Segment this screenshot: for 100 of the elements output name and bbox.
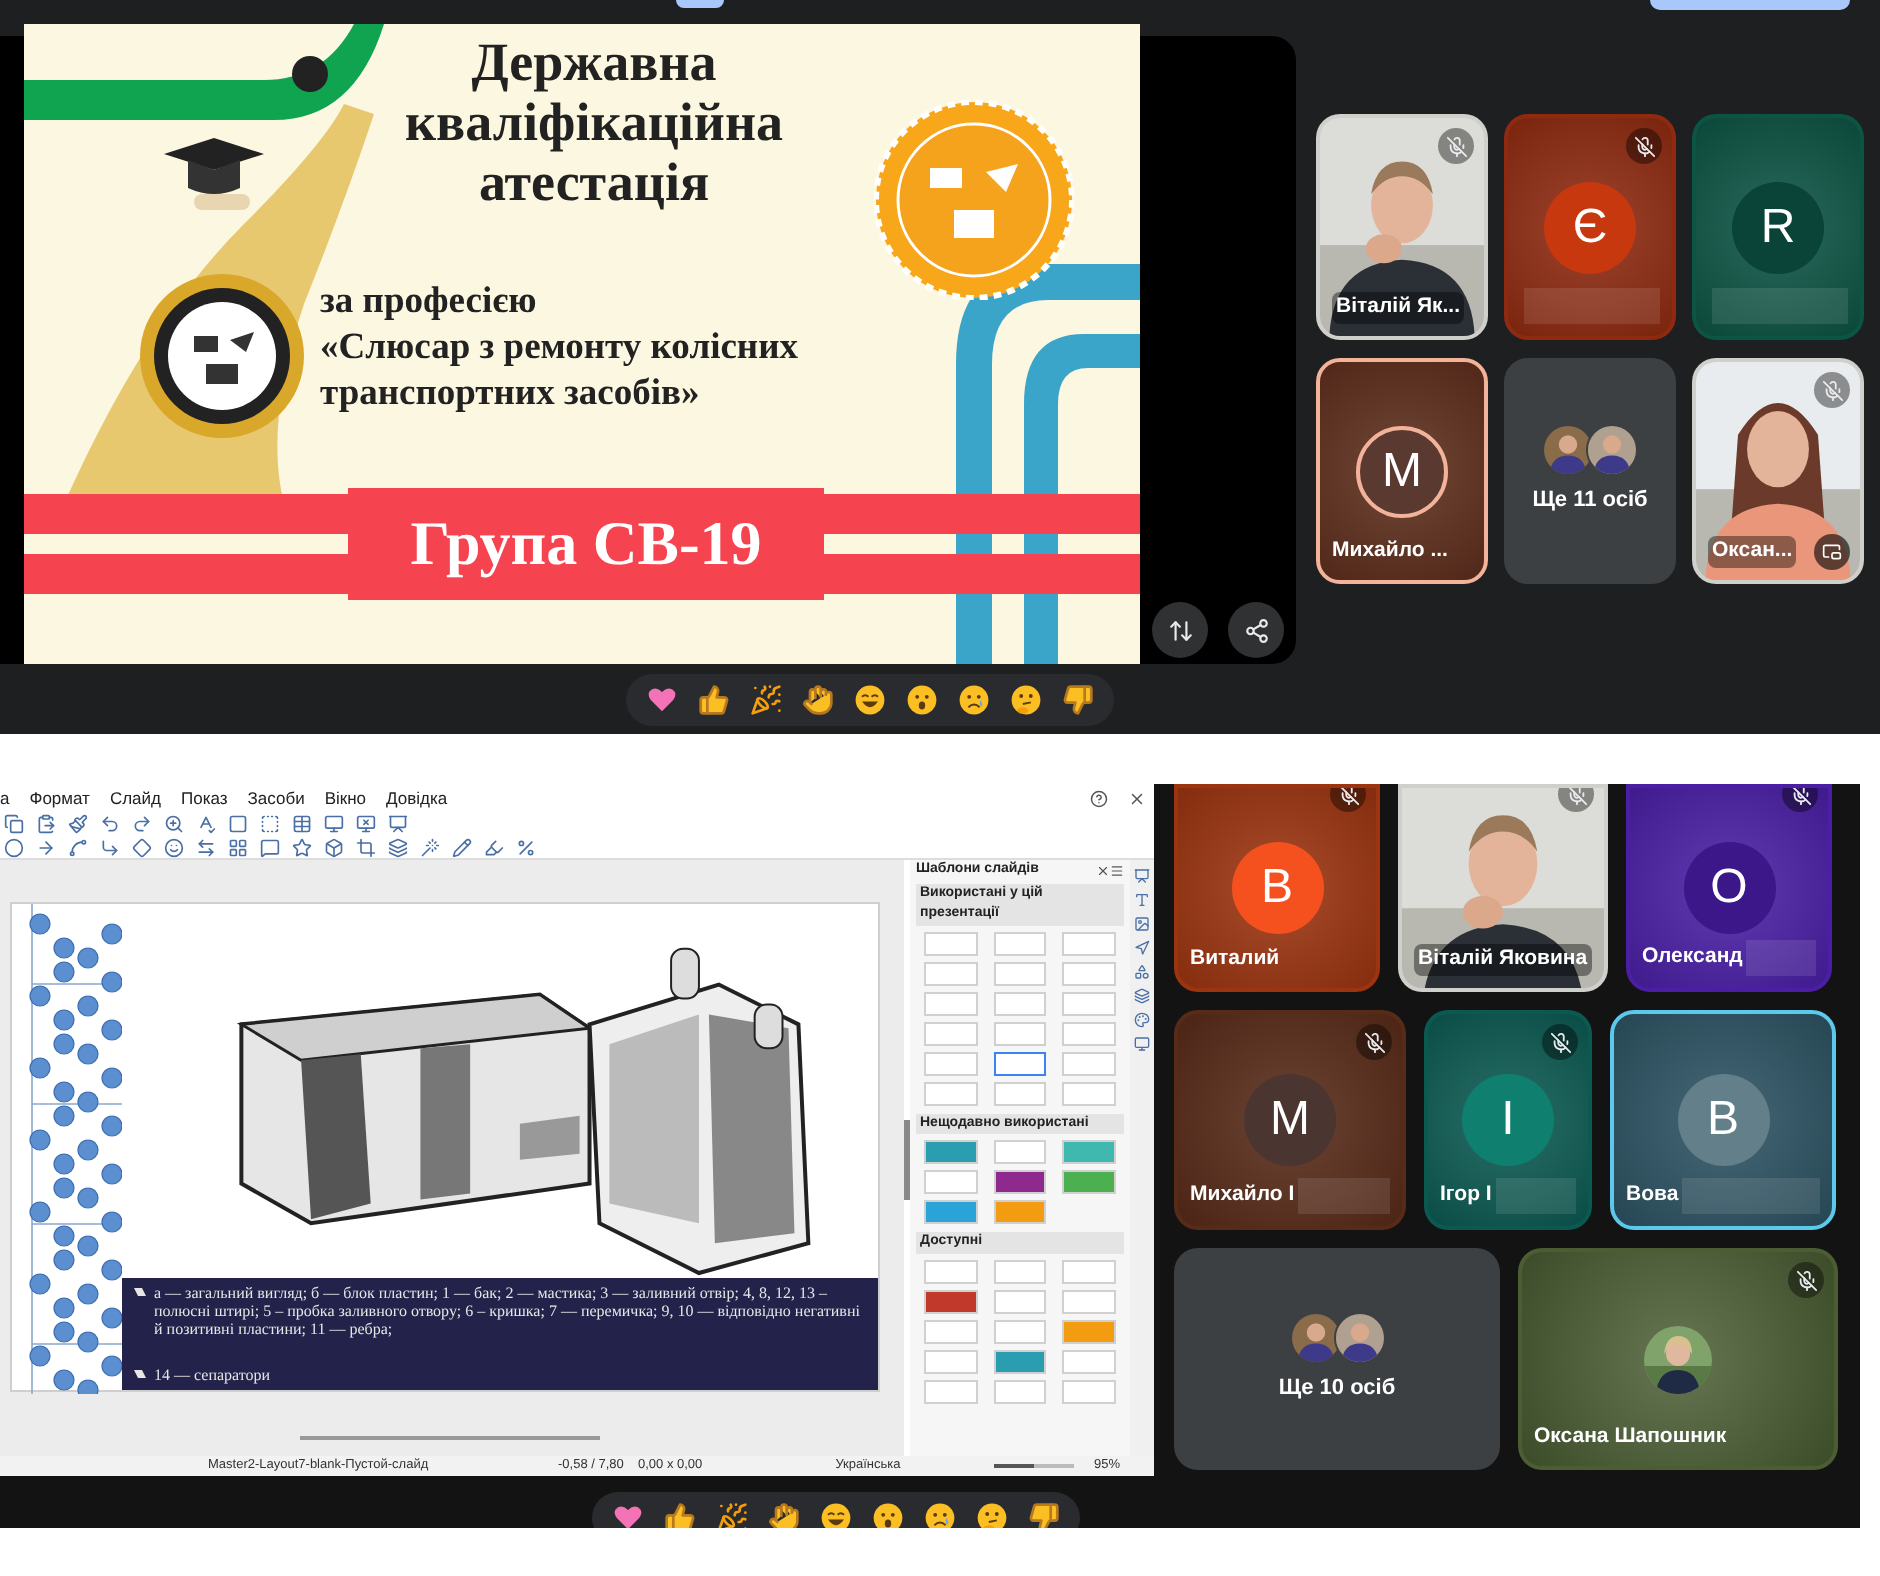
redo-icon[interactable]	[132, 814, 152, 834]
participant-tile[interactable]: Оксана Шапошник	[1518, 1248, 1838, 1470]
menu-item[interactable]: Слайд	[109, 785, 161, 811]
dashed-square-icon[interactable]	[260, 814, 280, 834]
master-slide-icon[interactable]	[1134, 1036, 1150, 1052]
layout-thumbnail[interactable]	[924, 1081, 978, 1105]
thumbs-up-icon[interactable]	[698, 683, 730, 715]
thinking-face-icon[interactable]	[1010, 683, 1042, 715]
layout-thumbnail[interactable]	[1062, 1259, 1116, 1283]
layout-thumbnail[interactable]	[924, 1319, 978, 1343]
layout-thumbnail[interactable]	[924, 1170, 978, 1194]
diamond-icon[interactable]	[132, 837, 152, 857]
close-icon[interactable]	[1096, 863, 1110, 878]
layers-icon[interactable]	[388, 837, 408, 857]
close-icon[interactable]	[1128, 789, 1146, 807]
copy-icon[interactable]	[4, 814, 24, 834]
participant-tile[interactable]: М Михайло І	[1174, 1010, 1406, 1230]
thumbs-up-icon[interactable]	[664, 1502, 696, 1528]
spellcheck-icon[interactable]	[196, 814, 216, 834]
swap-button[interactable]	[1152, 602, 1208, 658]
participant-tile[interactable]: Оксан...	[1692, 358, 1864, 584]
layout-thumbnail[interactable]	[924, 1349, 978, 1373]
layout-thumbnail[interactable]	[1062, 1051, 1116, 1075]
party-popper-icon[interactable]	[750, 683, 782, 715]
participant-tile[interactable]: Віталій Яковина	[1398, 784, 1608, 992]
layout-thumbnail[interactable]	[924, 1379, 978, 1403]
toolbar-button[interactable]	[676, 0, 724, 8]
layout-thumbnail[interactable]	[1062, 1349, 1116, 1373]
more-participants-tile[interactable]: Ще 10 осіб	[1174, 1248, 1500, 1470]
double-arrow-icon[interactable]	[196, 837, 216, 857]
layout-thumbnail[interactable]	[924, 1051, 978, 1075]
surprised-face-icon[interactable]	[872, 1502, 904, 1528]
monitor-x-icon[interactable]	[356, 814, 376, 834]
menu-icon[interactable]	[1110, 863, 1124, 878]
slide-icon[interactable]	[1134, 868, 1150, 884]
layout-thumbnail[interactable]	[993, 1379, 1047, 1403]
thinking-face-icon[interactable]	[976, 1502, 1008, 1528]
menu-item[interactable]: а	[0, 785, 10, 811]
circle-icon[interactable]	[4, 837, 24, 857]
crying-face-icon[interactable]	[924, 1502, 956, 1528]
menu-item[interactable]: Формат	[29, 785, 90, 811]
smiley-icon[interactable]	[164, 837, 184, 857]
layout-thumbnail[interactable]	[924, 931, 978, 955]
layout-thumbnail[interactable]	[1062, 931, 1116, 955]
layout-thumbnail[interactable]	[924, 1289, 978, 1313]
layout-thumbnail[interactable]	[1062, 1170, 1116, 1194]
menu-item[interactable]: Засоби	[247, 785, 305, 811]
more-participants-tile[interactable]: Ще 11 осіб	[1504, 358, 1676, 584]
participant-tile[interactable]: Віталій Як...	[1316, 114, 1488, 340]
layout-thumbnail[interactable]	[993, 1021, 1047, 1045]
text-icon[interactable]	[1134, 892, 1150, 908]
wand-icon[interactable]	[420, 837, 440, 857]
pencil-icon[interactable]	[452, 837, 472, 857]
shapes-icon[interactable]	[1134, 964, 1150, 980]
crop-icon[interactable]	[356, 837, 376, 857]
paste-icon[interactable]	[36, 814, 56, 834]
laughing-face-icon[interactable]	[820, 1502, 852, 1528]
layout-thumbnail[interactable]	[993, 1200, 1047, 1224]
layout-thumbnail[interactable]	[924, 1140, 978, 1164]
layout-thumbnail[interactable]	[993, 1289, 1047, 1313]
participant-tile[interactable]: В Виталий	[1174, 784, 1380, 992]
crying-face-icon[interactable]	[958, 683, 990, 715]
cube-icon[interactable]	[324, 837, 344, 857]
layout-thumbnail[interactable]	[993, 1349, 1047, 1373]
undo-icon[interactable]	[100, 814, 120, 834]
share-button[interactable]	[1228, 602, 1284, 658]
callout-icon[interactable]	[260, 837, 280, 857]
connector-icon[interactable]	[100, 837, 120, 857]
layout-thumbnail[interactable]	[993, 1140, 1047, 1164]
layout-thumbnail[interactable]	[993, 1081, 1047, 1105]
grid-icon[interactable]	[228, 837, 248, 857]
layout-thumbnail[interactable]	[993, 1170, 1047, 1194]
menu-item[interactable]: Вікно	[324, 785, 367, 811]
layout-thumbnail[interactable]	[993, 1051, 1047, 1075]
layout-thumbnail[interactable]	[1062, 1081, 1116, 1105]
layout-thumbnail[interactable]	[1062, 1379, 1116, 1403]
layout-thumbnail[interactable]	[924, 1200, 978, 1224]
layout-thumbnail[interactable]	[924, 991, 978, 1015]
party-popper-icon[interactable]	[716, 1502, 748, 1528]
menu-item[interactable]: Довідка	[386, 785, 448, 811]
participant-tile[interactable]: В Вова	[1610, 1010, 1836, 1230]
table-icon[interactable]	[292, 814, 312, 834]
star-icon[interactable]	[292, 837, 312, 857]
layout-thumbnail[interactable]	[1062, 1289, 1116, 1313]
participant-tile[interactable]: M Михайло ...	[1316, 358, 1488, 584]
heart-icon[interactable]	[612, 1502, 644, 1528]
layout-thumbnail[interactable]	[993, 1319, 1047, 1343]
zoom-icon[interactable]	[164, 814, 184, 834]
heart-icon[interactable]	[646, 683, 678, 715]
monitor-icon[interactable]	[324, 814, 344, 834]
thumbs-down-icon[interactable]	[1028, 1502, 1060, 1528]
highlighter-icon[interactable]	[484, 837, 504, 857]
participant-tile[interactable]: R	[1692, 114, 1864, 340]
image-icon[interactable]	[1134, 916, 1150, 932]
palette-icon[interactable]	[1134, 1012, 1150, 1028]
presentation-icon[interactable]	[388, 814, 408, 834]
laughing-face-icon[interactable]	[854, 683, 886, 715]
hand-icon[interactable]	[802, 683, 834, 715]
layout-thumbnail[interactable]	[1062, 1140, 1116, 1164]
layers-icon[interactable]	[1134, 988, 1150, 1004]
